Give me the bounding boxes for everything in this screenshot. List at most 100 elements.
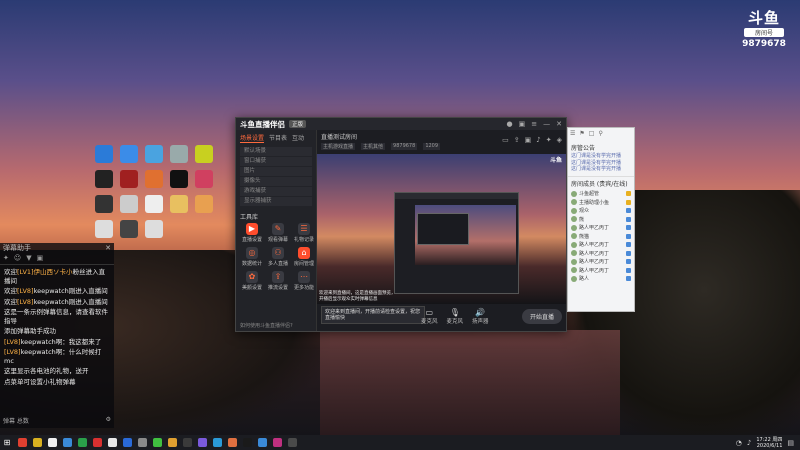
member-row[interactable]: 斗鱼超管	[568, 190, 634, 199]
close-icon[interactable]: ✕	[105, 244, 111, 252]
start-live-button[interactable]: 开始直播	[521, 309, 562, 324]
share-icon[interactable]: ⇪	[514, 136, 520, 144]
desktop-app-icon[interactable]	[120, 170, 138, 188]
desktop-app-icon[interactable]	[95, 195, 113, 213]
help-link[interactable]: 如何使用斗鱼直播伴侣?	[240, 322, 293, 329]
desktop-app-icon[interactable]	[145, 195, 163, 213]
taskbar-app-icon[interactable]	[93, 438, 102, 447]
tool-button[interactable]: ▶ 直播设置	[240, 223, 264, 243]
member-row[interactable]: 熊	[568, 215, 634, 224]
notice-icon[interactable]: ◈	[557, 136, 562, 144]
taskbar-app-icon[interactable]	[273, 438, 282, 447]
stream-preview[interactable]: 斗鱼 欢迎来到直播间，这是直播画面预览，开播后显示观众实时弹幕信息	[317, 154, 566, 304]
gift-icon[interactable]: ✦	[546, 136, 552, 144]
member-row[interactable]: 路人甲乙丙丁	[568, 241, 634, 250]
room-tag[interactable]: 1209	[423, 143, 441, 150]
viewer-header-icon[interactable]: ☰	[570, 130, 575, 140]
taskbar-app-icon[interactable]	[63, 438, 72, 447]
screen-icon[interactable]: ▭	[502, 136, 509, 144]
tab-item[interactable]: 节目表	[269, 133, 287, 143]
notification-icon[interactable]: ▤	[787, 439, 794, 447]
tool-button[interactable]: ⚇ 多人直播	[266, 247, 290, 267]
tool-button[interactable]: ⇪ 推流设置	[266, 271, 290, 291]
member-row[interactable]: 路人甲乙丙丁	[568, 249, 634, 258]
desktop-app-icon[interactable]	[95, 220, 113, 238]
member-row[interactable]: 主播助理小鱼	[568, 198, 634, 207]
menu-icon[interactable]: ≡	[531, 120, 537, 128]
member-row[interactable]: 路人甲乙丙丁	[568, 258, 634, 267]
viewer-header-icon[interactable]: ⚑	[579, 130, 584, 140]
desktop-app-icon[interactable]	[145, 170, 163, 188]
taskbar-app-icon[interactable]	[228, 438, 237, 447]
scene-item[interactable]: 摄像头	[240, 177, 312, 186]
tab-item[interactable]: 场景设置	[240, 133, 265, 143]
tool-button[interactable]: ✿ 美颜设置	[240, 271, 264, 291]
filter-icon[interactable]: ▼	[26, 254, 31, 262]
gift-icon[interactable]: ✦	[3, 254, 9, 262]
control-button[interactable]: ▭ 麦克风	[421, 308, 438, 325]
network-icon[interactable]: ◔	[736, 439, 742, 447]
member-row[interactable]: 路人甲乙丙丁	[568, 224, 634, 233]
tool-button[interactable]: ⌂ 房间管理	[292, 247, 316, 267]
desktop-app-icon[interactable]	[170, 145, 188, 163]
lock-icon[interactable]: ▣	[37, 254, 44, 262]
desktop-app-icon[interactable]	[170, 170, 188, 188]
taskbar-app-icon[interactable]	[48, 438, 57, 447]
desktop-app-icon[interactable]	[170, 195, 188, 213]
desktop-app-icon[interactable]	[145, 220, 163, 238]
settings-icon[interactable]: ⚙	[106, 416, 111, 425]
room-tag[interactable]: 主机游戏直播	[321, 143, 356, 150]
member-row[interactable]: 熊猫	[568, 232, 634, 241]
control-button[interactable]: 🎙 麦克风	[447, 308, 464, 325]
desktop-app-icon[interactable]	[120, 195, 138, 213]
taskbar-app-icon[interactable]	[183, 438, 192, 447]
scene-item[interactable]: 图片	[240, 167, 312, 176]
avatar[interactable]: ●	[507, 120, 513, 128]
member-row[interactable]: 路人甲乙丙丁	[568, 266, 634, 275]
tab-item[interactable]: 互动	[292, 133, 304, 143]
taskbar-app-icon[interactable]	[153, 438, 162, 447]
viewer-header-icon[interactable]: □	[589, 130, 595, 140]
taskbar-app-icon[interactable]	[168, 438, 177, 447]
bell-icon[interactable]: ♪	[536, 136, 540, 144]
windows-start-icon[interactable]: ⊞	[0, 438, 14, 447]
skin-icon[interactable]: ▣	[519, 120, 526, 128]
scene-item[interactable]: 显示器捕获	[240, 197, 312, 206]
room-tag[interactable]: 主机其他	[361, 143, 386, 150]
taskbar-app-icon[interactable]	[138, 438, 147, 447]
taskbar-app-icon[interactable]	[78, 438, 87, 447]
taskbar-app-icon[interactable]	[258, 438, 267, 447]
volume-icon[interactable]: ♪	[747, 439, 751, 447]
scene-item[interactable]: 默认场景	[240, 147, 312, 156]
scene-item[interactable]: 窗口捕获	[240, 157, 312, 166]
viewer-header-icon[interactable]: ⚲	[598, 130, 602, 140]
tool-button[interactable]: ☰ 礼物记录	[292, 223, 316, 243]
close-window-icon[interactable]: ✕	[556, 120, 562, 128]
tool-button[interactable]: ◎ 数据统计	[240, 247, 264, 267]
desktop-app-icon[interactable]	[95, 170, 113, 188]
lock-icon[interactable]: ▣	[525, 136, 532, 144]
desktop-app-icon[interactable]	[120, 145, 138, 163]
desktop-app-icon[interactable]	[195, 170, 213, 188]
taskbar-app-icon[interactable]	[213, 438, 222, 447]
taskbar-app-icon[interactable]	[123, 438, 132, 447]
minimize-icon[interactable]: —	[543, 120, 550, 128]
taskbar-app-icon[interactable]	[108, 438, 117, 447]
user-icon[interactable]: ☺	[14, 254, 21, 262]
scene-item[interactable]: 游戏捕获	[240, 187, 312, 196]
taskbar-app-icon[interactable]	[243, 438, 252, 447]
tool-button[interactable]: ✎ 观看弹幕	[266, 223, 290, 243]
desktop-app-icon[interactable]	[195, 195, 213, 213]
control-button[interactable]: 🔊 扬声器	[472, 308, 489, 325]
member-row[interactable]: 观众	[568, 207, 634, 216]
desktop-app-icon[interactable]	[145, 145, 163, 163]
member-row[interactable]: 路人	[568, 275, 634, 284]
desktop-app-icon[interactable]	[120, 220, 138, 238]
desktop-app-icon[interactable]	[195, 145, 213, 163]
desktop-app-icon[interactable]	[95, 145, 113, 163]
tool-button[interactable]: ⋯ 更多功能	[292, 271, 316, 291]
taskbar-app-icon[interactable]	[198, 438, 207, 447]
taskbar-app-icon[interactable]	[18, 438, 27, 447]
room-tag[interactable]: 9879678	[391, 143, 418, 150]
taskbar-app-icon[interactable]	[33, 438, 42, 447]
